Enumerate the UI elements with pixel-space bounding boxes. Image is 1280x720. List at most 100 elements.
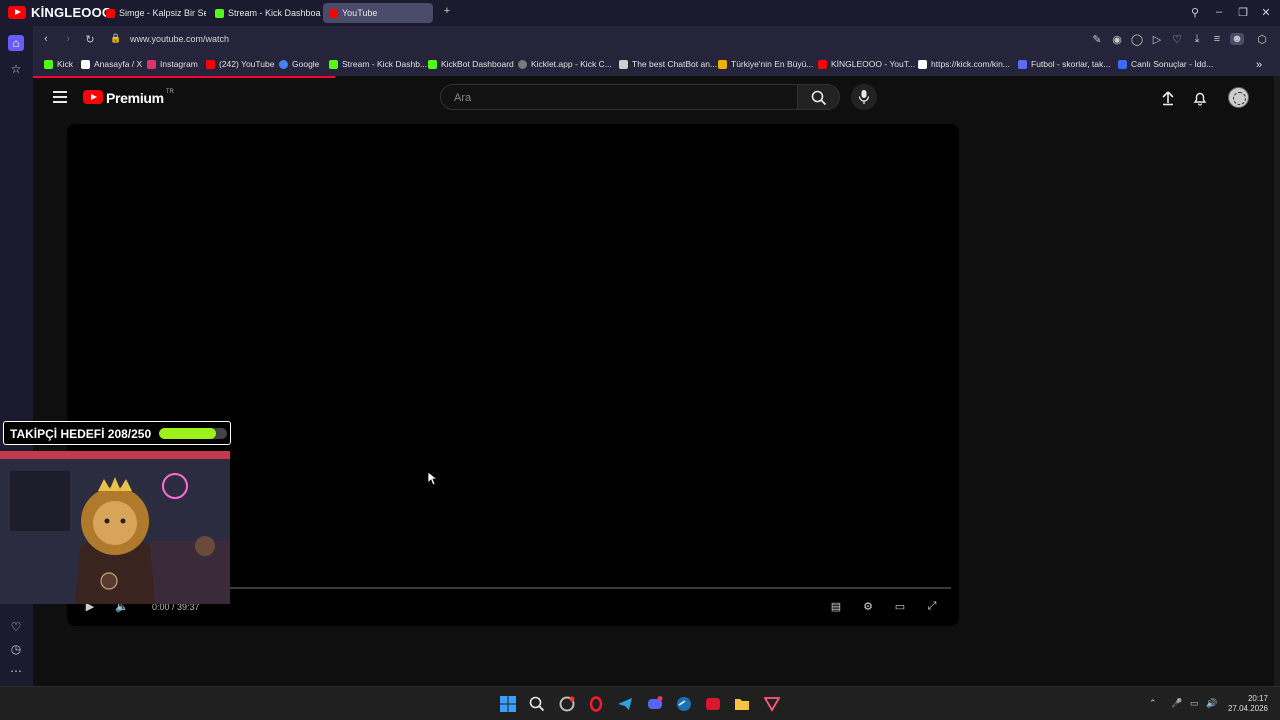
browser-tab-bar: KİNGLEOOO Simge - Kalpsiz Bir Serseri St… (0, 0, 1280, 26)
x-favicon-icon (81, 59, 90, 69)
google-favicon-icon (279, 59, 288, 69)
bookmark-google[interactable]: Google (279, 59, 319, 69)
voice-search-button[interactable] (851, 84, 877, 110)
restore-button[interactable]: ❐ (1236, 6, 1250, 19)
heart-icon[interactable]: ♡ (1170, 33, 1184, 46)
play-icon[interactable]: ▷ (1150, 33, 1164, 46)
bookmark-label: Canlı Sonuçlar - İdd... (1131, 59, 1214, 69)
discord-icon[interactable] (647, 696, 665, 712)
profile-icon[interactable]: ☻ (1230, 33, 1244, 45)
tab-kick-dashboard[interactable]: Stream - Kick Dashboard (215, 3, 321, 23)
kicklet-favicon-icon (518, 59, 527, 69)
fullscreen-icon[interactable]: ⤢ (924, 600, 940, 614)
url-field[interactable]: www.youtube.com/watch (130, 34, 229, 44)
menu-icon[interactable]: ≡ (1210, 33, 1224, 45)
bookmark-kick-dashboard[interactable]: Stream - Kick Dashb... (329, 59, 427, 69)
bookmark-kicklet[interactable]: Kicklet.app - Kick C... (518, 59, 612, 69)
shield-icon[interactable]: ◯ (1130, 33, 1144, 46)
network-icon[interactable]: ▭ (1190, 698, 1199, 709)
bookmarks-overflow-icon[interactable]: » (1256, 59, 1262, 71)
notification-bell-icon[interactable] (1192, 90, 1208, 106)
tab-simge[interactable]: Simge - Kalpsiz Bir Serseri (106, 3, 206, 23)
bookmark-instagram[interactable]: Instagram (147, 59, 198, 69)
microphone-icon[interactable]: 🎤 (1171, 698, 1182, 709)
youtube-logo-icon (8, 6, 26, 19)
futbol-favicon-icon (1018, 59, 1027, 69)
follower-goal-widget: TAKİPÇİ HEDEFİ 208/250 (3, 421, 231, 445)
forward-icon[interactable]: › (61, 33, 75, 45)
new-tab-button[interactable]: + (440, 5, 454, 17)
search-box (440, 84, 798, 110)
extensions-icon[interactable]: ⬡ (1255, 33, 1269, 46)
youtube-favicon-icon (206, 59, 215, 69)
bookmark-canli-sonuclar[interactable]: Canlı Sonuçlar - İdd... (1118, 59, 1213, 69)
webcam-overlay (0, 451, 230, 604)
follower-goal-fill (159, 428, 216, 439)
youtube-premium-logo[interactable]: Premium TR (83, 89, 174, 106)
chatbot-favicon-icon (619, 59, 628, 69)
tab-label: YouTube (342, 8, 378, 18)
system-clock[interactable]: 20:17 27.04.2026 (1228, 694, 1268, 714)
scrollbar[interactable] (1274, 76, 1280, 686)
history-icon[interactable]: ◷ (8, 641, 24, 657)
download-icon[interactable]: ⤓ (1190, 33, 1204, 46)
clock-time: 20:17 (1247, 694, 1268, 703)
back-icon[interactable]: ‹ (39, 33, 53, 45)
follower-goal-label: TAKİPÇİ HEDEFİ 208/250 (10, 427, 152, 441)
edit-icon[interactable]: ✎ (1090, 33, 1104, 46)
bookmark-label: Kicklet.app - Kick C... (531, 59, 612, 69)
kick-favicon-icon (44, 59, 53, 69)
more-icon[interactable]: ⋯ (8, 663, 24, 679)
search-button[interactable] (798, 84, 840, 110)
app-logo-icon[interactable] (763, 696, 782, 712)
bookmark-label: Google (292, 59, 320, 69)
bookmark-futbol[interactable]: Futbol - skorlar, tak... (1018, 59, 1110, 69)
search-input[interactable] (452, 91, 776, 105)
upload-icon[interactable] (1160, 90, 1176, 106)
settings-gear-icon[interactable]: ⚙ (860, 600, 876, 614)
bookmark-youtube[interactable]: (242) YouTube (206, 59, 274, 69)
reload-icon[interactable]: ↻ (83, 33, 97, 46)
opera-gx-icon[interactable] (559, 696, 577, 712)
volume-icon[interactable]: 🔊 (1206, 698, 1217, 709)
youtube-logo-icon (83, 90, 103, 104)
tab-youtube[interactable]: YouTube (323, 3, 433, 23)
bookmark-kingleooo-youtube[interactable]: KİNGLEOOO - YouT... (818, 59, 915, 69)
bookmark-kickbot[interactable]: KickBot Dashboard (428, 59, 514, 69)
close-button[interactable]: ✕ (1259, 6, 1273, 19)
minimize-button[interactable]: – (1212, 6, 1226, 18)
bookmark-chatbot[interactable]: The best ChatBot an... (619, 59, 717, 69)
clock-date: 27.04.2026 (1227, 704, 1268, 713)
telegram-icon[interactable] (617, 696, 635, 712)
kick-favicon-icon (329, 59, 338, 69)
lion-avatar-image (0, 451, 230, 604)
bookmark-kick-url[interactable]: https://kick.com/kin... (918, 59, 1010, 69)
bookmark-turkiye[interactable]: Türkiye'nin En Büyü... (718, 59, 813, 69)
app-red-icon[interactable] (705, 696, 723, 712)
opera-icon[interactable] (588, 696, 606, 712)
tray-chevron-icon[interactable]: ⌃ (1149, 698, 1157, 709)
address-bar: ‹ › ↻ 🔒 www.youtube.com/watch ✎ ◉ ◯ ▷ ♡ … (33, 26, 1280, 54)
tab-search-icon[interactable]: ⚲ (1188, 6, 1202, 19)
bookmark-kick[interactable]: Kick (44, 59, 73, 69)
bookmark-label: Stream - Kick Dashb... (342, 59, 428, 69)
windows-start-icon[interactable] (500, 696, 518, 712)
theater-mode-icon[interactable]: ▭ (892, 600, 908, 614)
search-icon[interactable] (529, 696, 547, 712)
steam-icon[interactable] (676, 696, 694, 712)
follower-goal-bar (159, 428, 227, 439)
subtitles-icon[interactable]: ▤ (828, 600, 844, 614)
home-icon[interactable]: ⌂ (8, 35, 24, 51)
page-load-progress (33, 76, 335, 78)
bookmark-label: https://kick.com/kin... (931, 59, 1010, 69)
bookmark-label: Futbol - skorlar, tak... (1031, 59, 1111, 69)
star-icon[interactable]: ☆ (8, 61, 24, 77)
lock-icon: 🔒 (110, 33, 122, 43)
bookmark-x[interactable]: Anasayfa / X (81, 59, 142, 69)
menu-icon[interactable] (53, 91, 67, 106)
heart-icon[interactable]: ♡ (8, 619, 24, 635)
file-explorer-icon[interactable] (734, 696, 752, 712)
bookmark-label: KickBot Dashboard (441, 59, 514, 69)
avatar[interactable] (1228, 87, 1249, 108)
camera-icon[interactable]: ◉ (1110, 33, 1124, 46)
